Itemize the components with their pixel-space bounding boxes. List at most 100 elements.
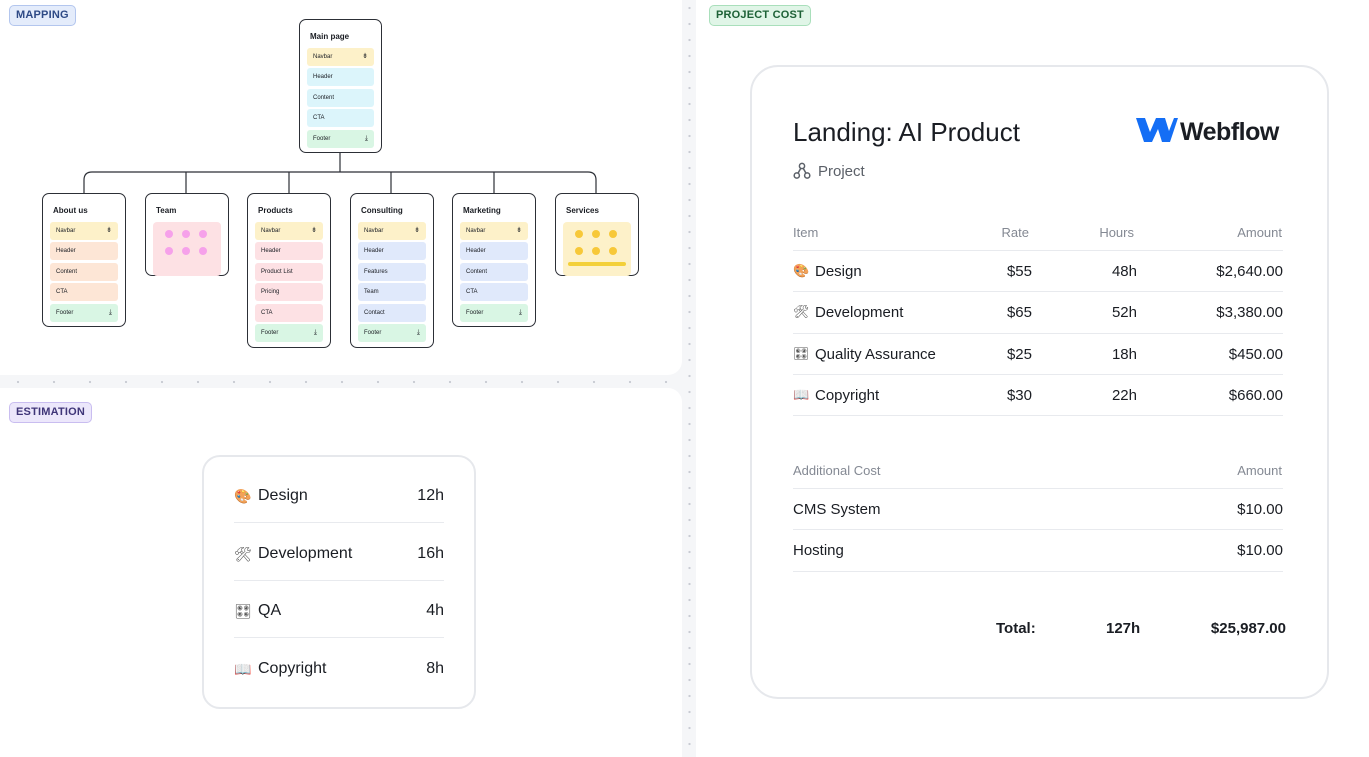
sitemap-section-row: Footer ⤓ bbox=[358, 324, 426, 342]
cost-item-hours: 22h bbox=[1111, 386, 1137, 404]
sitemap-card-title: Consulting bbox=[361, 206, 403, 215]
sitemap-section-row: Header bbox=[50, 242, 118, 261]
sitemap-section-row: Content bbox=[50, 262, 118, 281]
book-icon: 📖 bbox=[793, 386, 810, 402]
thumbnail-avatar bbox=[592, 230, 600, 238]
sitemap-section-label: Navbar bbox=[364, 228, 384, 234]
sitemap-section-label: Header bbox=[261, 248, 281, 255]
cost-item-amount: $450.00 bbox=[1228, 345, 1283, 363]
thumbnail-avatar bbox=[165, 247, 173, 255]
sitemap-card-services[interactable]: Services bbox=[555, 193, 639, 276]
webflow-logo-text: Webflow bbox=[1180, 118, 1279, 146]
download-icon: ⤓ bbox=[364, 134, 368, 142]
estimation-tag: ESTIMATION bbox=[9, 402, 93, 423]
cost-item-rate: $30 bbox=[1006, 386, 1032, 404]
webflow-logo-icon bbox=[1136, 118, 1178, 142]
palette-icon: 🎨 bbox=[234, 488, 252, 504]
estimation-hours: 12h bbox=[417, 487, 444, 504]
project-cost-card: Landing: AI Product Project Webflow Item… bbox=[750, 65, 1329, 699]
tools-icon: 🛠 bbox=[234, 545, 252, 562]
sitemap-card-title: Products bbox=[258, 206, 293, 215]
sitemap-section-label: Navbar bbox=[313, 54, 333, 60]
sitemap-section-label: Footer bbox=[313, 135, 331, 142]
collapse-icon: ⇟ bbox=[414, 227, 420, 234]
sitemap-section-row: Contact bbox=[358, 303, 426, 322]
sitemap-section-label: Navbar bbox=[261, 228, 281, 234]
additional-cost-row: CMS System $10.00 bbox=[793, 488, 1283, 530]
sitemap-section-row: Navbar ⇟ bbox=[460, 222, 528, 240]
sitemap-section-label: Contact bbox=[364, 309, 385, 316]
additional-cost-amount: $10.00 bbox=[1237, 542, 1283, 560]
sitemap-thumbnail bbox=[153, 222, 221, 276]
sitemap-card-about-us[interactable]: About us Navbar ⇟ Header Content CTA Footer ⤓ bbox=[42, 193, 126, 327]
sitemap-section-label: Team bbox=[364, 289, 379, 296]
thumbnail-avatar bbox=[182, 230, 190, 238]
thumbnail-avatar bbox=[199, 230, 207, 238]
sitemap-section-label: Footer bbox=[56, 309, 74, 316]
sitemap-section-row: Footer ⤓ bbox=[307, 129, 374, 148]
sitemap-section-row: Footer ⤓ bbox=[50, 303, 118, 322]
project-subtitle: Project bbox=[818, 163, 865, 180]
sitemap-section-label: CTA bbox=[466, 289, 478, 296]
sitemap-section-row: Footer ⤓ bbox=[460, 303, 528, 322]
sitemap-card-main-page[interactable]: Main page Navbar ⇟ Header Content CTA Footer ⤓ bbox=[299, 19, 382, 153]
additional-cost-name: CMS System bbox=[793, 501, 881, 518]
control-knobs-icon: 🎛 bbox=[234, 603, 252, 619]
download-icon: ⤓ bbox=[108, 308, 112, 316]
sitemap-section-label: Features bbox=[364, 268, 388, 275]
sitemap-card-title: Services bbox=[566, 206, 599, 215]
sitemap-section-label: Header bbox=[56, 248, 76, 255]
thumbnail-avatar bbox=[592, 247, 600, 255]
cost-item-name: Design bbox=[815, 263, 862, 280]
estimation-hours: 4h bbox=[426, 602, 444, 619]
sitemap-section-row: Product List bbox=[255, 262, 323, 281]
sitemap-thumbnail bbox=[563, 222, 631, 276]
thumbnail-avatar bbox=[575, 230, 583, 238]
sitemap-section-row: Features bbox=[358, 262, 426, 281]
cost-item-name: Development bbox=[815, 304, 904, 322]
total-label: Total: bbox=[996, 620, 1036, 637]
divider bbox=[793, 415, 1283, 416]
control-knobs-icon: 🎛 bbox=[793, 345, 810, 361]
estimation-hours: 16h bbox=[417, 544, 444, 562]
sitemap-section-label: Content bbox=[56, 268, 78, 275]
estimation-row: 🎨 Design 12h bbox=[234, 465, 444, 523]
collapse-icon: ⇟ bbox=[516, 227, 522, 234]
sitemap-card-marketing[interactable]: Marketing Navbar ⇟ Header Content CTA Footer ⤓ bbox=[452, 193, 536, 327]
estimation-row: 🛠 Development 16h bbox=[234, 523, 444, 581]
sitemap-section-row: Navbar ⇟ bbox=[255, 222, 323, 240]
sitemap-section-row: CTA bbox=[50, 283, 118, 302]
col-header-rate: Rate bbox=[1001, 225, 1029, 240]
sitemap-card-consulting[interactable]: Consulting Navbar ⇟ Header Features Team Conta… bbox=[350, 193, 434, 348]
download-icon: ⤓ bbox=[518, 308, 522, 316]
cost-item-amount: $2,640.00 bbox=[1216, 263, 1283, 280]
tools-icon: 🛠 bbox=[793, 304, 810, 320]
sitemap-section-label: Header bbox=[313, 74, 333, 81]
sitemap-card-title: Marketing bbox=[463, 206, 501, 215]
estimation-label: Copyright bbox=[258, 659, 327, 677]
cost-item-rate: $25 bbox=[1006, 345, 1032, 363]
total-amount: $25,987.00 bbox=[1210, 620, 1286, 637]
estimation-label: Development bbox=[258, 544, 353, 562]
estimation-card: 🎨 Design 12h 🛠 Development 16h 🎛 QA 4h 📖 Copyright… bbox=[202, 455, 476, 709]
additional-cost-row: Hosting $10.00 bbox=[793, 529, 1283, 571]
sitemap-card-team[interactable]: Team bbox=[145, 193, 229, 276]
col-header-hours: Hours bbox=[1099, 225, 1134, 240]
sitemap-section-row: Content bbox=[307, 88, 374, 107]
sitemap-section-label: Navbar bbox=[56, 228, 76, 234]
thumbnail-avatar bbox=[575, 247, 583, 255]
sitemap-section-label: Pricing bbox=[261, 289, 280, 296]
total-hours: 127h bbox=[1106, 620, 1141, 637]
cost-item-row: 🎛 Quality Assurance $25 18h $450.00 bbox=[793, 332, 1283, 375]
col-header-item: Item bbox=[793, 225, 819, 240]
download-icon: ⤓ bbox=[313, 329, 317, 336]
sitemap-section-label: Footer bbox=[466, 309, 484, 316]
cost-item-hours: 52h bbox=[1111, 304, 1137, 322]
sitemap-card-products[interactable]: Products Navbar ⇟ Header Product List Pricing… bbox=[247, 193, 331, 348]
cost-item-row: 📖 Copyright $30 22h $660.00 bbox=[793, 373, 1283, 416]
thumbnail-bar bbox=[568, 262, 626, 266]
sitemap-section-row: CTA bbox=[460, 283, 528, 302]
additional-cost-amount: $10.00 bbox=[1237, 501, 1283, 518]
estimation-row: 📖 Copyright 8h bbox=[234, 638, 444, 695]
sitemap-section-row: Team bbox=[358, 283, 426, 302]
